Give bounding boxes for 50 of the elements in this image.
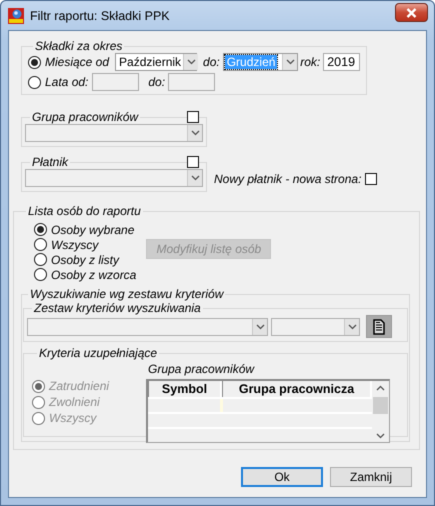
- chevron-up-icon: [376, 385, 385, 391]
- group-title: Składki za okres: [34, 39, 124, 53]
- app-icon: [8, 8, 24, 24]
- field-label: do:: [148, 75, 166, 89]
- input-field[interactable]: [92, 73, 140, 91]
- chevron-down-icon: [190, 175, 200, 181]
- radio-label: Osoby wybrane: [51, 222, 134, 236]
- radio-button[interactable]: [28, 76, 41, 88]
- group-title: Grupa pracowników: [31, 110, 140, 124]
- group-title: Lista osób do raportu: [27, 204, 142, 218]
- radio-label: Zatrudnieni: [49, 379, 110, 393]
- group-title: Zestaw kryteriów wyszukiwania: [32, 301, 202, 315]
- input-field[interactable]: [168, 73, 216, 91]
- radio-label: Osoby z wzorca: [51, 268, 136, 282]
- close-icon: [406, 8, 417, 18]
- document-button[interactable]: [366, 315, 392, 338]
- chevron-down-icon: [190, 130, 200, 136]
- radio-button[interactable]: [34, 268, 47, 281]
- group-title: Wyszukiwanie wg zestawu kryteriów: [29, 287, 225, 301]
- dialog-button[interactable]: Ok: [241, 467, 323, 487]
- radio-button[interactable]: [28, 56, 41, 68]
- chevron-down-icon: [286, 59, 295, 65]
- grid-title: Grupa pracowników: [148, 362, 256, 376]
- document-icon: [373, 318, 385, 334]
- combo-box[interactable]: Październik: [115, 53, 198, 71]
- chevron-down-icon: [256, 324, 264, 330]
- radio-label: Lata od:: [45, 75, 88, 89]
- year-field[interactable]: 2019: [323, 53, 360, 71]
- chevron-down-icon: [348, 324, 356, 330]
- field-label: rok:: [300, 55, 320, 69]
- chevron-down-icon: [376, 433, 385, 439]
- close-button[interactable]: [395, 3, 428, 22]
- checkbox[interactable]: [365, 173, 378, 185]
- group-title: Kryteria uzupełniające: [38, 346, 158, 360]
- checkbox[interactable]: [187, 111, 199, 123]
- chevron-down-icon: [186, 59, 196, 65]
- radio-label: Zwolnieni: [49, 395, 100, 409]
- option-label: Nowy płatnik - nowa strona:: [214, 172, 362, 186]
- radio-button[interactable]: [34, 223, 47, 236]
- radio-label: Wszyscy: [49, 411, 96, 425]
- checkbox[interactable]: [187, 156, 199, 168]
- window-title: Filtr raportu: Składki PPK: [30, 8, 171, 22]
- group-title: Płatnik: [31, 155, 70, 169]
- dialog-button[interactable]: Zamknij: [330, 467, 412, 487]
- radio-label: Wszyscy: [51, 238, 98, 252]
- radio-label: Osoby z listy: [51, 252, 120, 266]
- radio-label: Miesiące od: [45, 55, 110, 69]
- radio-button[interactable]: [34, 238, 47, 251]
- field-label: do:: [203, 55, 220, 69]
- radio-button[interactable]: [34, 253, 47, 266]
